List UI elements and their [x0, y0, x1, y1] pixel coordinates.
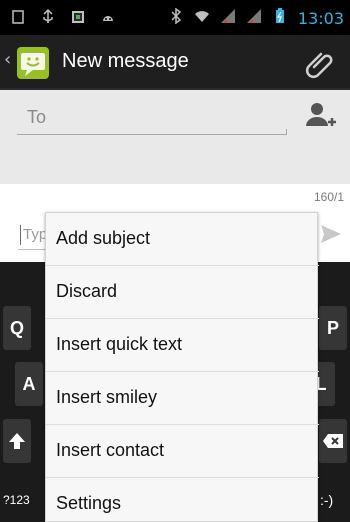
menu-item-label: Insert contact [56, 440, 165, 460]
signal-icon [220, 8, 236, 28]
character-counter: 160/1 [313, 190, 344, 204]
menu-item-label: Settings [56, 493, 122, 513]
recipients-area [0, 90, 350, 184]
shift-icon[interactable] [3, 419, 31, 463]
menu-item-insert-quick-text[interactable]: Insert quick text [46, 319, 319, 372]
sim-card-icon [70, 9, 86, 29]
paperclip-icon[interactable] [304, 47, 338, 81]
key-a[interactable]: A [15, 362, 43, 406]
battery-icon [272, 8, 288, 28]
menu-item-settings[interactable]: Settings [46, 478, 319, 522]
menu-item-insert-contact[interactable]: Insert contact [46, 425, 319, 478]
menu-item-insert-smiley[interactable]: Insert smiley [46, 372, 319, 425]
usb-icon [40, 8, 56, 29]
menu-item-label: Insert quick text [56, 334, 183, 354]
status-bar-left [10, 8, 116, 29]
menu-item-label: Add subject [56, 228, 151, 248]
menu-item-discard[interactable]: Discard [46, 266, 319, 319]
backspace-icon[interactable] [319, 419, 347, 463]
send-icon[interactable] [320, 224, 342, 244]
menu-item-label: Discard [56, 281, 118, 301]
action-bar: ‹ New message [0, 35, 350, 90]
chevron-left-icon[interactable]: ‹ [4, 49, 11, 70]
overflow-menu: Add subject Discard Insert quick text In… [45, 212, 319, 522]
text-cursor [20, 225, 21, 245]
status-bar-right: 13:03 [168, 7, 344, 28]
menu-item-add-subject[interactable]: Add subject [46, 213, 319, 266]
status-time: 13:03 [297, 8, 344, 28]
menu-item-label: Insert smiley [56, 387, 158, 407]
key-p[interactable]: P [319, 306, 347, 350]
bluetooth-icon [168, 7, 184, 28]
page-title: New message [62, 50, 189, 72]
to-field[interactable] [17, 105, 287, 135]
to-input[interactable] [27, 107, 282, 128]
symbols-key[interactable]: ?123 [3, 493, 30, 507]
emoticon-key[interactable]: :-) [320, 492, 333, 508]
android-debug-icon [100, 9, 116, 29]
key-q[interactable]: Q [3, 306, 31, 350]
add-contact-icon[interactable] [304, 100, 338, 132]
messaging-app-icon[interactable] [17, 47, 49, 79]
signal-icon-2 [246, 8, 262, 28]
screenshot-icon [10, 9, 26, 29]
wifi-icon [194, 8, 210, 28]
status-bar: 13:03 [0, 0, 350, 35]
